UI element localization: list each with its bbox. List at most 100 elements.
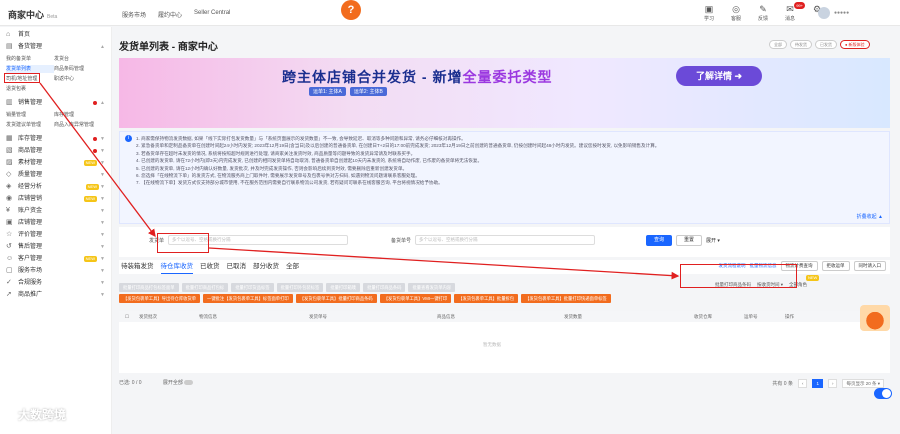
- batch-actions-gray: 批量打印商品打包标签面单 批量打印商品打包标 批量打印货品标签 批量打印外包装标…: [119, 283, 456, 292]
- sidebar-item-sales[interactable]: ▥ 销售管理 ▲: [0, 97, 111, 109]
- batch-action-button[interactable]: 批量打印外包装标签: [276, 283, 324, 292]
- submenu-shipping-desk[interactable]: 发货台: [54, 55, 110, 63]
- sidebar-item-materials[interactable]: ▨ 素材管理 NEW ▼: [0, 157, 111, 169]
- submenu-ship-suggestion[interactable]: 发货建议单管理: [6, 121, 54, 129]
- toggle-all[interactable]: 全部: [769, 40, 787, 49]
- support-icon: ◎: [732, 4, 740, 14]
- sidebar-item-promotion[interactable]: ➚ 商品推广 ▼: [0, 289, 111, 301]
- tab-cancelled[interactable]: 已取消: [227, 260, 247, 274]
- reset-button[interactable]: 重置: [676, 235, 703, 246]
- top-nav-service-market[interactable]: 服务市场: [122, 10, 146, 19]
- col-header: 操作: [785, 314, 794, 319]
- sidebar-item-customers[interactable]: ☺ 客户管理 NEW ▼: [0, 253, 111, 265]
- batch-action-button[interactable]: 批量打印商品打包标签面单: [119, 283, 179, 292]
- sidebar-item-store[interactable]: ▣ 店铺管理 ▼: [0, 217, 111, 229]
- checkbox-all[interactable]: ☐: [125, 311, 129, 322]
- products-icon: ▧: [6, 147, 13, 154]
- sidebar-item-compliance[interactable]: ✓ 合规服务 ▼: [0, 277, 111, 289]
- submenu-shipment-list[interactable]: 发货单列表: [6, 65, 54, 73]
- message-icon: ✉ 99+: [781, 2, 805, 15]
- reject-waybill-button[interactable]: 拒收运单: [821, 261, 850, 271]
- toggle-new-version[interactable]: ● 新版体验: [840, 40, 870, 49]
- next-page-icon[interactable]: ›: [827, 379, 838, 388]
- chat-toggle[interactable]: [874, 388, 892, 399]
- plugin-action-button[interactable]: 【发货包裹单工具】VMI一键打印: [379, 294, 452, 303]
- submenu-my-stock-orders[interactable]: 我的备货单: [6, 55, 54, 63]
- sidebar-item-marketing[interactable]: ◉ 店铺营销 NEW ▼: [0, 193, 111, 205]
- batch-action-button[interactable]: 批量打印商品打包标: [181, 283, 229, 292]
- sidebar-item-reviews[interactable]: ☆ 评价管理 ▼: [0, 229, 111, 241]
- tab-pending-pack[interactable]: 待装箱发货: [121, 260, 154, 274]
- banner-tags: 运单1: 主体A 运单2: 主体B: [309, 87, 387, 96]
- query-button[interactable]: 查询: [646, 235, 673, 246]
- entry-button[interactable]: 同时请入口: [853, 261, 886, 271]
- sidebar-item-label: 质量管理: [18, 172, 43, 178]
- plugin-action-button[interactable]: 【发货包裹单工具】导出待仓库收货单: [119, 294, 201, 303]
- table-footer: 已选: 0 / 0 展开全部 共有 0 条 ‹ 1 › 每页显示 20 条 ▾: [119, 379, 890, 389]
- plugin-action-button[interactable]: 【发货包裹单工具】批量拆包: [454, 294, 519, 303]
- prev-page-icon[interactable]: ‹: [797, 379, 808, 388]
- top-nav-seller-central[interactable]: Seller Central: [194, 10, 230, 19]
- submenu-inbound-exception[interactable]: 商品入库异常管理: [54, 121, 110, 129]
- toggle-pending[interactable]: 待发货: [790, 40, 812, 49]
- page-size-select[interactable]: 每页显示 20 条 ▾: [842, 379, 884, 388]
- sidebar-item-inventory[interactable]: ▦ 库存管理 ▼: [0, 133, 111, 145]
- plugin-action-button[interactable]: 【发货包裹单工具】批量打印快递面单标签: [521, 294, 611, 303]
- support-button[interactable]: ◎ 客服: [727, 4, 745, 22]
- sidebar-item-products[interactable]: ▧ 商品管理 ▼: [0, 145, 111, 157]
- app-logo[interactable]: 商家中心 Beta: [8, 8, 57, 21]
- table-header: ☐ 发货批次 物流信息 发货单号 商品信息 发货数量 收货仓库 运单号 操作: [119, 311, 890, 322]
- current-page[interactable]: 1: [812, 379, 823, 388]
- feedback-label: 反馈: [757, 16, 768, 22]
- sidebar-item-label: 服务市场: [18, 268, 43, 274]
- feedback-button[interactable]: ✎ 反馈: [754, 4, 772, 22]
- top-bar: 商家中心 Beta 服务市场 履约中心 Seller Central ? ▣ 学习 …: [0, 0, 900, 26]
- submenu-return-center[interactable]: 职返中心: [54, 75, 110, 83]
- top-nav-fulfillment[interactable]: 履约中心: [158, 10, 182, 19]
- total-count: 共有 0 条: [772, 381, 793, 387]
- sidebar-item-aftersale[interactable]: ↺ 售后管理 ▼: [0, 241, 111, 253]
- study-button[interactable]: ▣ 学习: [700, 4, 718, 22]
- message-button[interactable]: ✉ 99+ 消息: [781, 2, 805, 22]
- stock-order-input[interactable]: 多个以逗号、空格或换行分隔: [415, 235, 596, 245]
- toggle-shipped[interactable]: 已发货: [815, 40, 837, 49]
- expand-all-switch[interactable]: [184, 380, 194, 386]
- batch-action-button[interactable]: 批量查看发货单内容: [408, 283, 456, 292]
- user-name: ●●●●●: [834, 10, 850, 16]
- sidebar-item-quality[interactable]: ◇ 质量管理 ▼: [0, 169, 111, 181]
- batch-action-button[interactable]: 批量打印货品标签: [231, 283, 274, 292]
- submenu-return-package[interactable]: 退货包裹: [6, 85, 54, 93]
- tab-all[interactable]: 全部: [286, 260, 299, 274]
- chevron-down-icon: ▼: [100, 184, 105, 190]
- batch-action-button[interactable]: 批量打印箱唛: [326, 283, 361, 292]
- col-header: 物流信息: [199, 314, 217, 319]
- help-badge-icon[interactable]: ?: [341, 0, 361, 20]
- expand-link[interactable]: 展开 ▾: [706, 237, 720, 244]
- sidebar-item-analytics[interactable]: ◈ 经营分析 NEW ▼: [0, 181, 111, 193]
- banner-learn-more-button[interactable]: 了解详情 ➜: [676, 66, 762, 86]
- submenu-barcode-manage[interactable]: 商品条码管理: [54, 65, 110, 73]
- plugin-action-button[interactable]: 一键批注【发货包裹单工具】标签面单打印: [203, 294, 293, 303]
- promo-banner[interactable]: 跨主体店铺合并发货 - 新增全量委托类型 运单1: 主体A 运单2: 主体B 了…: [119, 58, 890, 128]
- sidebar-item-label: 销售管理: [18, 100, 43, 106]
- tab-pending-receive[interactable]: 待仓库收货: [160, 260, 193, 274]
- submenu-inventory-manage[interactable]: 库存管理: [54, 111, 110, 119]
- tab-received[interactable]: 已收货: [200, 260, 220, 274]
- marketing-icon: ◉: [6, 195, 13, 202]
- sidebar-item-stock[interactable]: ▤ 备货管理 ▲: [0, 41, 111, 53]
- notice-collapse-link[interactable]: 折叠收起 ▲: [857, 213, 883, 220]
- user-menu[interactable]: ●●●●●: [818, 7, 849, 19]
- plugin-action-button[interactable]: 【发货包裹单工具】批量打印商品条码: [295, 294, 377, 303]
- avatar: [818, 7, 830, 19]
- sidebar-item-funds[interactable]: ¥ 账户资金 ▼: [0, 205, 111, 217]
- submenu-sales-manage[interactable]: 销量管理: [6, 111, 54, 119]
- batch-action-button[interactable]: 批量打印商品条码: [363, 283, 406, 292]
- tab-partial[interactable]: 部分收货: [253, 260, 279, 274]
- sidebar-item-home[interactable]: ⌂ 首页: [0, 29, 111, 41]
- message-glyph: ✉: [786, 4, 794, 14]
- chevron-down-icon: ▼: [100, 292, 105, 298]
- sidebar-item-service-market[interactable]: ▢ 服务市场 ▼: [0, 265, 111, 277]
- gift-promo-icon[interactable]: [860, 305, 890, 331]
- sidebar-item-label: 经营分析: [18, 184, 43, 190]
- banner-title-b: 全量委托类型: [462, 69, 553, 85]
